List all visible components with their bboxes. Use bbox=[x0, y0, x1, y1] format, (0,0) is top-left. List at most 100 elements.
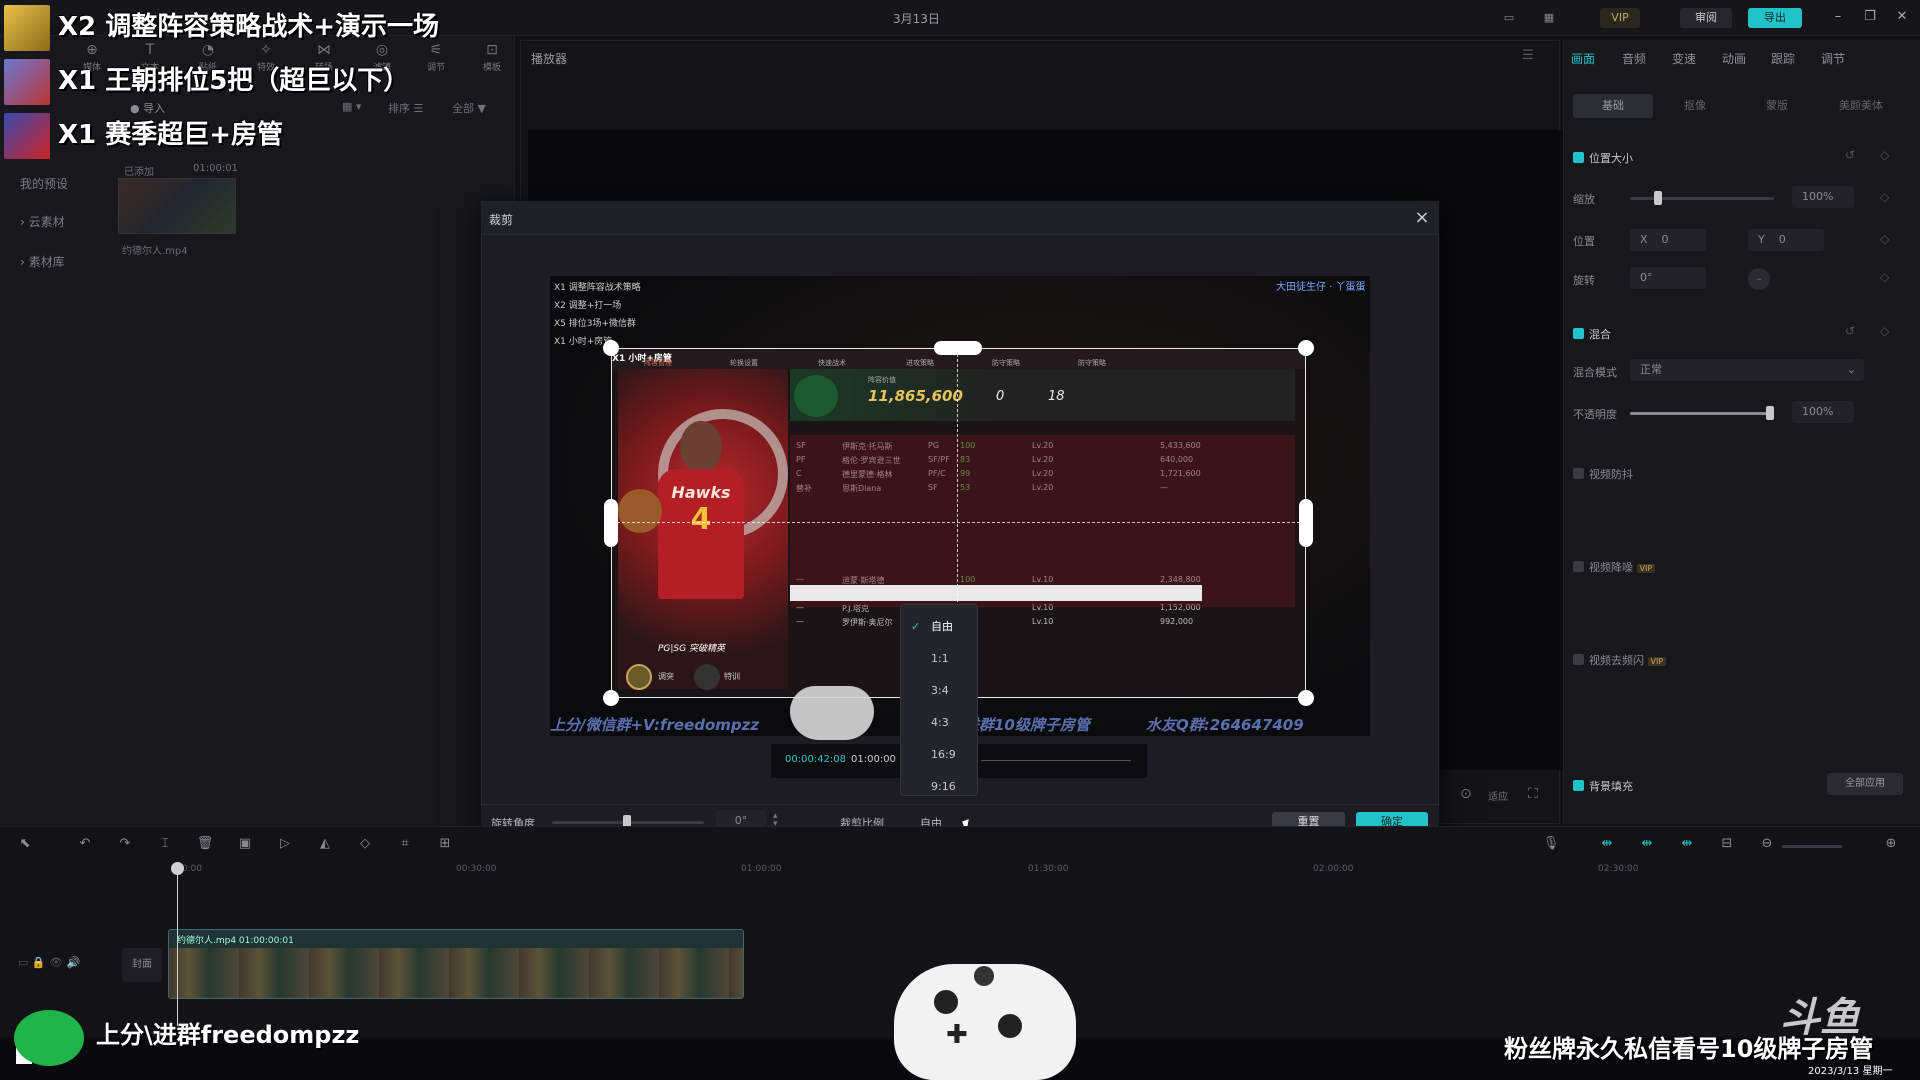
vip-badge[interactable]: VIP bbox=[1600, 8, 1640, 28]
position-size-section[interactable]: 位置大小 bbox=[1573, 150, 1633, 166]
ratio-option[interactable]: 16:9 bbox=[901, 739, 979, 771]
bg-fill-section[interactable]: 背景填充 bbox=[1573, 778, 1633, 794]
sidebar-item-presets[interactable]: 我的预设 bbox=[20, 175, 110, 192]
tab-adjust[interactable]: 调节 bbox=[1821, 50, 1845, 67]
keyframe-icon[interactable]: ◇ bbox=[1880, 190, 1889, 204]
tick-label: 01:00:00 bbox=[741, 864, 782, 874]
checkbox-icon bbox=[1573, 780, 1584, 791]
checkbox-icon bbox=[1573, 654, 1584, 665]
sidebar-item-library[interactable]: › 素材库 bbox=[20, 253, 110, 270]
ratio-option[interactable]: ✓ 自由 bbox=[901, 611, 979, 643]
delete-icon[interactable]: 🗑 bbox=[194, 836, 216, 856]
denoise-toggle[interactable]: 视频降噪 VIP bbox=[1573, 559, 1656, 575]
layout-icon[interactable]: ▭ bbox=[1498, 8, 1520, 28]
playhead[interactable] bbox=[177, 866, 178, 1026]
filter-all-button[interactable]: 全部 ▼ bbox=[452, 100, 486, 116]
keyframe-icon[interactable]: ◇ bbox=[1880, 148, 1889, 162]
freeze-icon[interactable]: ▣ bbox=[234, 836, 256, 856]
undo-icon[interactable]: ↶ bbox=[74, 836, 96, 856]
reset-icon[interactable]: ↺ bbox=[1845, 324, 1855, 338]
position-y-input[interactable]: Y 0 bbox=[1748, 229, 1824, 251]
tab-audio[interactable]: 音频 bbox=[1622, 50, 1646, 67]
crop-handle-bottom-right[interactable] bbox=[1298, 690, 1314, 706]
fullscreen-icon[interactable]: ⛶ bbox=[1528, 786, 1538, 802]
thumb-filename: 约德尔人.mp4 bbox=[122, 246, 188, 257]
opacity-slider-knob[interactable] bbox=[1766, 406, 1774, 420]
split-icon[interactable]: ⌶ bbox=[154, 836, 176, 856]
crop-handle-bottom-left[interactable] bbox=[603, 690, 619, 706]
gold-card-icon bbox=[4, 4, 50, 51]
fit-button[interactable]: 适应 bbox=[1488, 788, 1508, 803]
grid-icon[interactable]: ▦ bbox=[1534, 8, 1564, 28]
video-clip[interactable]: 约德尔人.mp4 01:00:00:01 bbox=[168, 929, 744, 999]
crop-handle-left[interactable] bbox=[604, 499, 618, 547]
mic-icon[interactable]: 🎙 bbox=[1540, 836, 1562, 856]
opacity-input[interactable]: 100% bbox=[1792, 401, 1854, 423]
zoom-fit-icon[interactable]: ⊞ bbox=[434, 836, 456, 856]
zoom-out-icon[interactable]: ⊖ bbox=[1756, 836, 1778, 856]
close-window-icon[interactable]: ✕ bbox=[1890, 6, 1914, 28]
rotate-input[interactable]: 0° bbox=[1630, 267, 1706, 289]
playhead-handle[interactable] bbox=[171, 862, 184, 875]
rotate-dial-icon[interactable]: – bbox=[1748, 268, 1770, 290]
review-button[interactable]: 审阅 bbox=[1680, 8, 1732, 28]
crop-handle-right[interactable] bbox=[1299, 499, 1313, 547]
ratio-option[interactable]: 1:1 bbox=[901, 643, 979, 675]
scale-slider-knob[interactable] bbox=[1654, 191, 1662, 205]
scale-input[interactable]: 100% bbox=[1792, 186, 1854, 208]
track-controls[interactable]: ▭ 🔒 👁 🔊 bbox=[18, 956, 80, 969]
split-view-icon[interactable]: ⊟ bbox=[1716, 836, 1738, 856]
keyframe-icon[interactable]: ◇ bbox=[1880, 324, 1889, 338]
opacity-slider[interactable] bbox=[1630, 412, 1774, 415]
position-x-input[interactable]: X 0 bbox=[1630, 229, 1706, 251]
crop-handle-top[interactable] bbox=[934, 341, 982, 355]
keyframe-icon[interactable]: ◇ bbox=[1880, 232, 1889, 246]
scale-slider[interactable] bbox=[1630, 197, 1774, 200]
watermark-mid: 进群10级牌子房管 bbox=[964, 716, 1090, 734]
maximize-icon[interactable]: ❐ bbox=[1858, 6, 1882, 28]
rotate-icon[interactable]: ◇ bbox=[354, 836, 376, 856]
subtab-mask[interactable]: 蒙版 bbox=[1737, 94, 1817, 118]
play-icon[interactable]: ▷ bbox=[274, 836, 296, 856]
ratio-option[interactable]: 4:3 bbox=[901, 707, 979, 739]
overlay-line-1: X2 调整阵容策略战术+演示一场 bbox=[4, 3, 439, 51]
ratio-option[interactable]: 9:16 bbox=[901, 771, 979, 803]
checkbox-icon bbox=[1573, 152, 1584, 163]
reset-icon[interactable]: ↺ bbox=[1845, 148, 1855, 162]
tab-tracking[interactable]: 跟踪 bbox=[1771, 50, 1795, 67]
blend-section[interactable]: 混合 bbox=[1573, 326, 1611, 342]
deflicker-toggle[interactable]: 视频去频闪 VIP bbox=[1573, 652, 1667, 668]
stabilize-toggle[interactable]: 视频防抖 bbox=[1573, 466, 1633, 482]
subtab-keying[interactable]: 抠像 bbox=[1655, 94, 1735, 118]
sidebar-item-cloud[interactable]: › 云素材 bbox=[20, 213, 110, 230]
redo-icon[interactable]: ↷ bbox=[114, 836, 136, 856]
subtab-basic[interactable]: 基础 bbox=[1573, 94, 1653, 118]
minimize-icon[interactable]: – bbox=[1826, 6, 1850, 28]
crop-handle-top-right[interactable] bbox=[1298, 340, 1314, 356]
ratio-option[interactable]: 3:4 bbox=[901, 675, 979, 707]
tool-template[interactable]: ⊡ 模板 bbox=[472, 42, 512, 78]
keyframe-icon[interactable]: ◇ bbox=[1880, 270, 1889, 284]
mirror-icon[interactable]: ◭ bbox=[314, 836, 336, 856]
right-stick bbox=[998, 1014, 1022, 1038]
tab-animation[interactable]: 动画 bbox=[1722, 50, 1746, 67]
tab-picture[interactable]: 画面 bbox=[1571, 50, 1595, 67]
select-tool-icon[interactable]: ⬉ bbox=[14, 836, 36, 856]
crop-handle-top-left[interactable] bbox=[603, 340, 619, 356]
cover-button[interactable]: 封面 bbox=[122, 948, 162, 982]
screenshot-icon[interactable]: ⊙ bbox=[1460, 786, 1472, 802]
apply-all-button[interactable]: 全部应用 bbox=[1827, 773, 1903, 795]
zoom-slider[interactable] bbox=[1782, 845, 1842, 848]
link-icon[interactable]: ⇹ bbox=[1596, 836, 1618, 856]
tab-speed[interactable]: 变速 bbox=[1672, 50, 1696, 67]
media-thumbnail[interactable] bbox=[118, 178, 236, 234]
blend-mode-select[interactable]: 正常 ⌄ bbox=[1630, 359, 1864, 381]
preview-axis-icon[interactable]: ⇹ bbox=[1676, 836, 1698, 856]
export-button[interactable]: 导出 bbox=[1748, 8, 1802, 28]
subtab-beauty[interactable]: 美颜美体 bbox=[1819, 94, 1903, 118]
zoom-in-icon[interactable]: ⊕ bbox=[1880, 836, 1902, 856]
player-menu-icon[interactable]: ☰ bbox=[1522, 48, 1534, 63]
crop-icon[interactable]: ⌗ bbox=[394, 836, 416, 856]
close-icon[interactable]: × bbox=[1411, 207, 1433, 229]
snap-icon[interactable]: ⇹ bbox=[1636, 836, 1658, 856]
